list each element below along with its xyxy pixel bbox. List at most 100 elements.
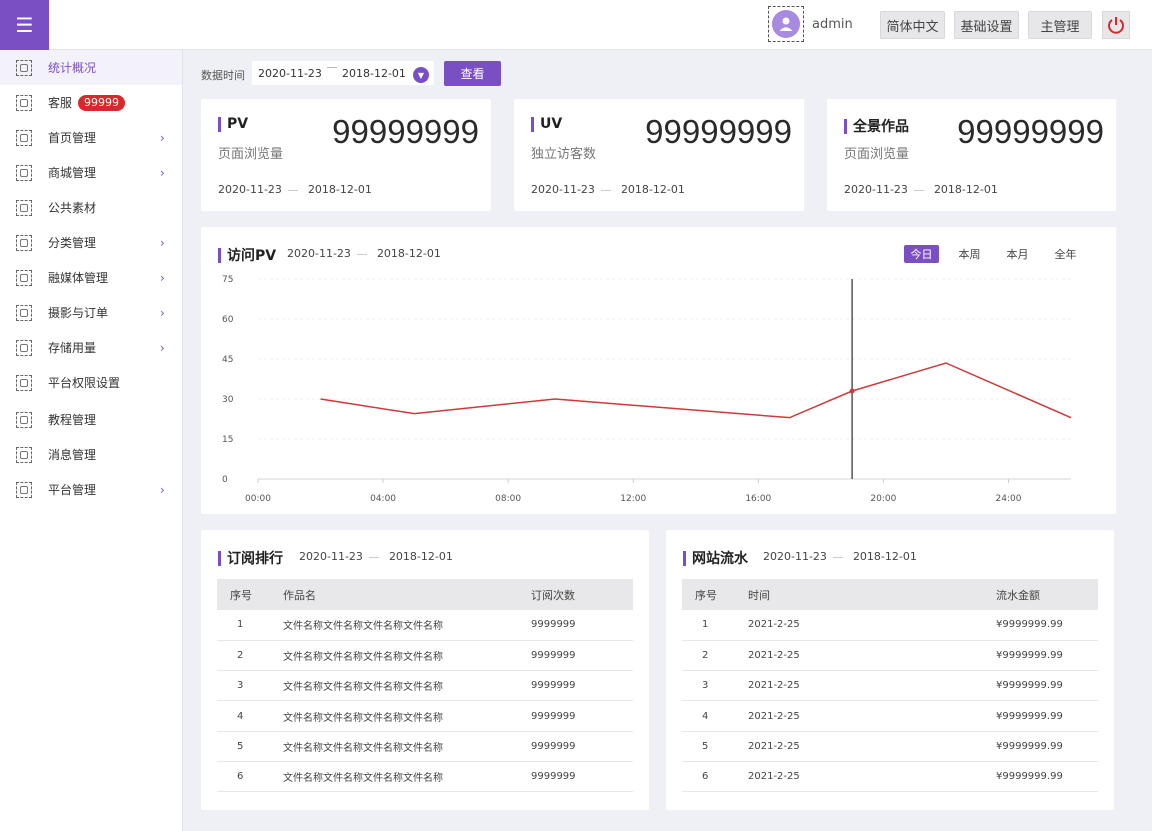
chevron-down-icon[interactable]: ▼ <box>413 67 429 83</box>
stat-title: PV <box>218 116 248 132</box>
table-row[interactable]: 2 文件名称文件名称文件名称文件名称 9999999 <box>217 640 633 672</box>
x-tick-label: 24:00 <box>995 494 1021 504</box>
work-name: 文件名称文件名称文件名称文件名称 <box>283 731 531 762</box>
table-row[interactable]: 4 文件名称文件名称文件名称文件名称 9999999 <box>217 700 633 732</box>
end-date: 2018-12-01 <box>388 550 453 563</box>
date-separator <box>327 67 337 68</box>
stat-subtitle: 页面浏览量 <box>844 147 910 162</box>
sidebar-item-storage-usage[interactable]: 存储用量 › <box>0 330 182 365</box>
date-separator <box>369 557 379 558</box>
start-date: 2020-11-23 <box>218 183 282 196</box>
start-date: 2020-11-23 <box>844 183 908 196</box>
table-row[interactable]: 6 2021-2-25 ¥9999999.99 <box>682 761 1098 793</box>
row-index: 4 <box>217 700 283 732</box>
sidebar-item-home-management[interactable]: 首页管理 › <box>0 120 182 155</box>
table-title: 网站流水 <box>683 548 748 568</box>
sidebar-item-public-assets[interactable]: 公共素材 <box>0 190 182 225</box>
revenue-table: 序号 时间 流水金额 1 2021-2-25 ¥9999999.99 2 2021-2… <box>682 579 1098 793</box>
end-date: 2018-12-01 <box>620 183 685 196</box>
language-button[interactable]: 简体中文 <box>880 11 945 39</box>
tab-this-month[interactable]: 本月 <box>1000 245 1035 263</box>
main-admin-button[interactable]: 主管理 <box>1028 11 1092 39</box>
row-index: 3 <box>217 670 283 702</box>
sidebar-item-label: 消息管理 <box>48 448 97 462</box>
column-header: 作品名 <box>283 579 531 610</box>
sidebar-item-shop-management[interactable]: 商城管理 › <box>0 155 182 190</box>
subscription-count: 9999999 <box>531 700 633 732</box>
sidebar-item-platform-management[interactable]: 平台管理 › <box>0 472 182 507</box>
work-name: 文件名称文件名称文件名称文件名称 <box>283 670 531 702</box>
flow-amount: ¥9999999.99 <box>996 610 1098 641</box>
sidebar-item-category-management[interactable]: 分类管理 › <box>0 225 182 260</box>
table-header-row: 序号 时间 流水金额 <box>682 579 1098 610</box>
basic-settings-button[interactable]: 基础设置 <box>954 11 1019 39</box>
start-date: 2020-11-23 <box>258 67 322 80</box>
column-header: 序号 <box>217 579 283 610</box>
table-row[interactable]: 6 文件名称文件名称文件名称文件名称 9999999 <box>217 761 633 793</box>
flow-date: 2021-2-25 <box>748 640 996 672</box>
table-row[interactable]: 3 文件名称文件名称文件名称文件名称 9999999 <box>217 670 633 702</box>
date-separator <box>288 190 298 191</box>
sidebar-item-tutorial-management[interactable]: 教程管理 <box>0 402 182 437</box>
table-row[interactable]: 2 2021-2-25 ¥9999999.99 <box>682 640 1098 672</box>
pv-chart-card: 访问PV 2020-11-23 2018-12-01 0 15 30 45 60 75 00:… <box>201 227 1116 514</box>
flow-amount: ¥9999999.99 <box>996 761 1098 793</box>
sidebar-item-permission-settings[interactable]: 平台权限设置 <box>0 365 182 400</box>
sidebar-item-media-management[interactable]: 融媒体管理 › <box>0 260 182 295</box>
tab-full-year[interactable]: 全年 <box>1048 245 1083 263</box>
table-row[interactable]: 5 文件名称文件名称文件名称文件名称 9999999 <box>217 731 633 762</box>
flow-date: 2021-2-25 <box>748 761 996 793</box>
date-separator <box>833 557 843 558</box>
storage-icon <box>16 339 32 356</box>
date-separator <box>601 190 611 191</box>
sidebar-item-photography-orders[interactable]: 摄影与订单 › <box>0 295 182 330</box>
x-tick-label: 08:00 <box>495 494 521 504</box>
stat-card-uv: UV 独立访客数 99999999 2020-11-23 2018-12-01 <box>514 99 804 211</box>
row-index: 6 <box>217 761 283 793</box>
chevron-right-icon: › <box>160 340 165 355</box>
table-row[interactable]: 3 2021-2-25 ¥9999999.99 <box>682 670 1098 702</box>
sidebar-item-label: 平台权限设置 <box>48 376 121 390</box>
date-range-picker[interactable]: 2020-11-23 2018-12-01 ▼ <box>252 61 434 85</box>
chevron-right-icon: › <box>160 130 165 145</box>
table-row[interactable]: 4 2021-2-25 ¥9999999.99 <box>682 700 1098 732</box>
user-avatar-button[interactable] <box>768 6 804 42</box>
column-header: 流水金额 <box>996 579 1098 610</box>
subscription-table: 序号 作品名 订阅次数 1 文件名称文件名称文件名称文件名称 9999999 2 文件… <box>217 579 633 793</box>
table-date-range: 2020-11-23 2018-12-01 <box>299 550 453 563</box>
sidebar-item-label: 存储用量 <box>48 341 97 355</box>
stat-subtitle: 独立访客数 <box>531 147 597 162</box>
tab-this-week[interactable]: 本周 <box>952 245 987 263</box>
table-row[interactable]: 1 文件名称文件名称文件名称文件名称 9999999 <box>217 610 633 641</box>
view-button[interactable]: 查看 <box>444 61 501 86</box>
start-date: 2020-11-23 <box>763 550 827 563</box>
power-button[interactable] <box>1102 11 1130 39</box>
subscription-count: 9999999 <box>531 670 633 702</box>
date-filter-label: 数据时间 <box>201 69 245 82</box>
sidebar-item-customer-service[interactable]: 客服 99999 <box>0 85 182 120</box>
sidebar-item-label: 摄影与订单 <box>48 306 109 320</box>
table-date-range: 2020-11-23 2018-12-01 <box>763 550 917 563</box>
table-row[interactable]: 5 2021-2-25 ¥9999999.99 <box>682 731 1098 762</box>
chevron-right-icon: › <box>160 482 165 497</box>
stat-value: 99999999 <box>332 113 479 150</box>
x-tick-label: 20:00 <box>870 494 896 504</box>
sidebar-item-message-management[interactable]: 消息管理 <box>0 437 182 472</box>
table-row[interactable]: 1 2021-2-25 ¥9999999.99 <box>682 610 1098 641</box>
sidebar-item-label: 教程管理 <box>48 413 97 427</box>
flow-amount: ¥9999999.99 <box>996 640 1098 672</box>
tab-today[interactable]: 今日 <box>904 245 939 263</box>
layers-icon <box>16 199 32 216</box>
hamburger-icon[interactable]: ☰ <box>0 0 49 50</box>
row-index: 2 <box>217 640 283 672</box>
stat-subtitle: 页面浏览量 <box>218 147 284 162</box>
sidebar-item-statistics[interactable]: 统计概况 <box>0 50 182 85</box>
subscription-count: 9999999 <box>531 640 633 672</box>
pv-line-chart[interactable]: 0 15 30 45 60 75 00:00 04:00 08:00 12:00 16:00 20:0… <box>201 227 1116 514</box>
camera-icon <box>16 304 32 321</box>
user-icon <box>779 17 793 31</box>
flow-date: 2021-2-25 <box>748 700 996 732</box>
subscription-count: 9999999 <box>531 761 633 793</box>
end-date: 2018-12-01 <box>342 67 406 80</box>
stat-date-range: 2020-11-23 2018-12-01 <box>531 183 685 196</box>
